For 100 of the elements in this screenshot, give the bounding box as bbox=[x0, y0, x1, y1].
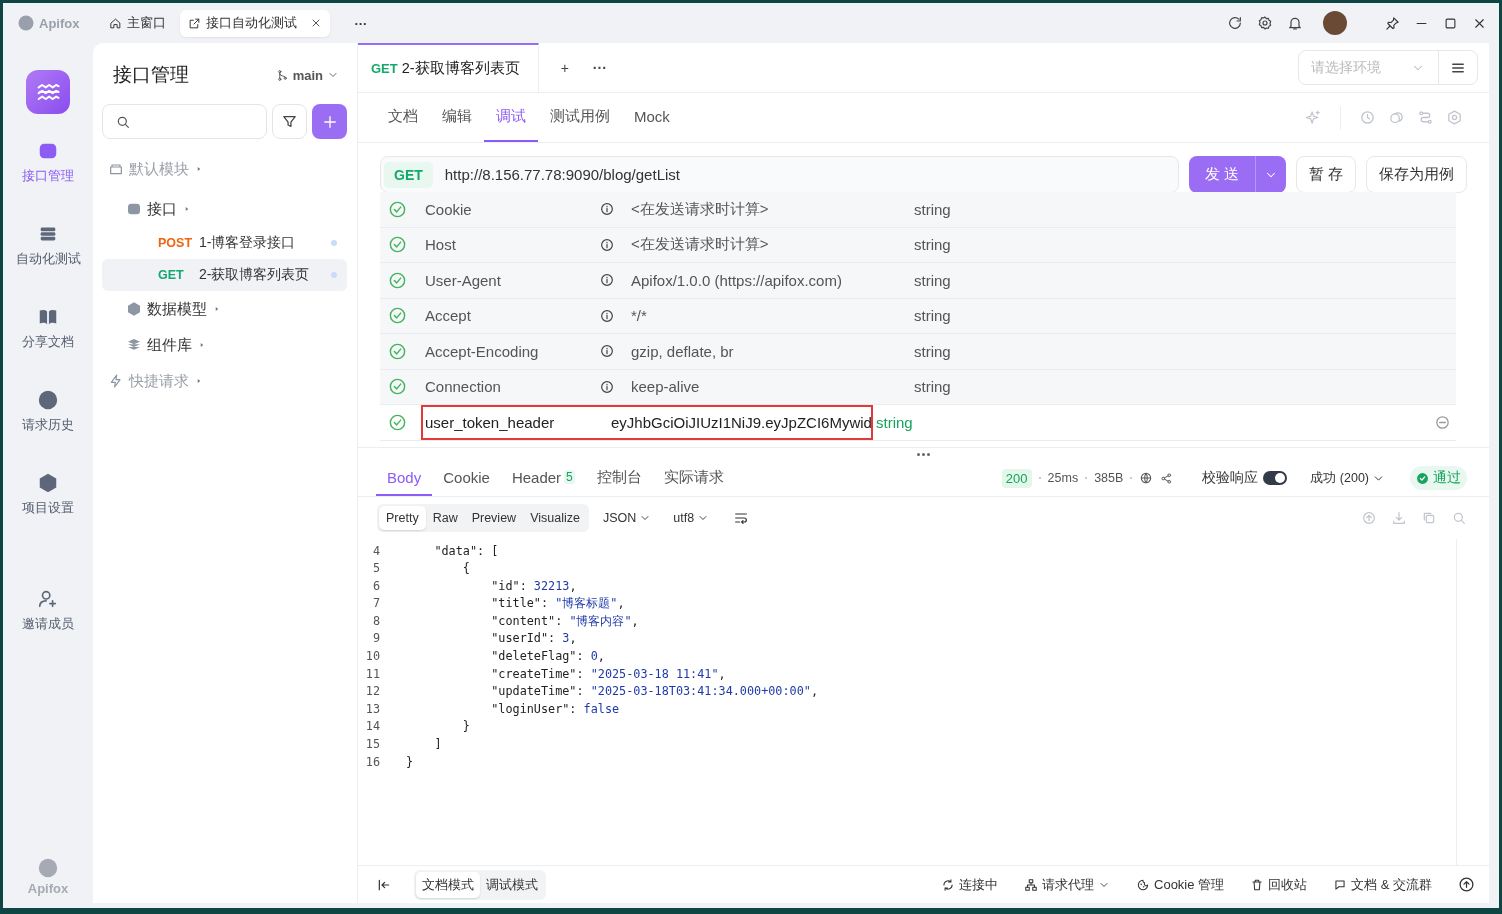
cube-icon bbox=[126, 301, 142, 317]
filter-icon bbox=[281, 113, 298, 130]
tab[interactable]: 测试用例 bbox=[538, 93, 622, 142]
code-line: "title": "博客标题", bbox=[490, 595, 625, 613]
status-item[interactable]: Cookie 管理 bbox=[1136, 875, 1225, 894]
pin-icon[interactable] bbox=[1385, 15, 1400, 31]
api-name: 1-博客登录接口 bbox=[199, 234, 297, 252]
bolt-icon bbox=[108, 373, 124, 389]
info-icon bbox=[599, 343, 615, 360]
header-type: string bbox=[913, 200, 952, 218]
window-tab[interactable]: 主窗口 bbox=[101, 9, 175, 37]
tab[interactable]: Header 5 bbox=[500, 460, 586, 496]
status-item[interactable]: 文档 & 交流群 bbox=[1333, 875, 1432, 894]
drag-handle[interactable] bbox=[917, 452, 930, 456]
branch-selector[interactable]: main bbox=[275, 67, 339, 83]
line-number: 8 bbox=[371, 612, 381, 630]
header-type: string bbox=[913, 378, 952, 396]
nav-item[interactable]: 自动化测试 bbox=[15, 223, 81, 306]
format-tab[interactable]: Visualize bbox=[523, 505, 587, 530]
encoding-dropdown[interactable]: utf8 bbox=[665, 510, 718, 525]
code-line: "createTime": "2025-03-18 11:41", bbox=[490, 665, 726, 683]
header-name: Accept-Encoding bbox=[424, 342, 540, 360]
arrow-up-icon[interactable] bbox=[1458, 876, 1475, 893]
mode-tab[interactable]: 调试模式 bbox=[480, 871, 544, 898]
request-tab[interactable]: GET 2-获取博客列表页 bbox=[358, 43, 539, 92]
window-tab[interactable]: 接口自动化测试 bbox=[180, 9, 331, 37]
checkbox[interactable] bbox=[388, 235, 407, 255]
header-name: user_token_header bbox=[424, 413, 556, 431]
settings-icon[interactable] bbox=[1257, 15, 1273, 31]
tab[interactable]: 编辑 bbox=[430, 93, 484, 142]
status-item[interactable]: 请求代理 bbox=[1024, 875, 1110, 894]
api-name: 2-获取博客列表页 bbox=[199, 266, 311, 284]
nav-item[interactable]: 请求历史 bbox=[22, 389, 74, 472]
tab[interactable]: Cookie bbox=[432, 460, 501, 496]
nav-item[interactable]: 项目设置 bbox=[22, 472, 74, 555]
info-icon bbox=[599, 378, 615, 395]
format-tab[interactable]: Raw bbox=[425, 505, 465, 530]
checkbox[interactable] bbox=[388, 341, 407, 361]
format-tab[interactable]: Pretty bbox=[379, 505, 426, 530]
tab[interactable]: Mock bbox=[622, 93, 682, 142]
checkbox[interactable] bbox=[388, 306, 407, 326]
nav-item[interactable]: 接口管理 bbox=[22, 140, 74, 223]
checkbox[interactable] bbox=[388, 199, 407, 219]
line-number: 12 bbox=[364, 683, 381, 701]
tab[interactable]: 文档 bbox=[376, 93, 430, 142]
url-field[interactable]: GET http://8.156.77.78:9090/blog/getList bbox=[380, 156, 1179, 193]
checkbox[interactable] bbox=[388, 270, 407, 290]
code-line: "data": [ bbox=[433, 542, 499, 560]
remove-icon[interactable] bbox=[1434, 413, 1451, 431]
refresh-icon[interactable] bbox=[1227, 15, 1243, 31]
line-number: 5 bbox=[371, 560, 381, 578]
filter-button[interactable] bbox=[272, 104, 307, 139]
tree-item[interactable]: 组件库 bbox=[102, 329, 347, 361]
network-icon bbox=[1024, 877, 1038, 892]
save-as-case-button[interactable]: 保存为用例 bbox=[1366, 156, 1467, 193]
info-icon bbox=[599, 236, 615, 253]
code-line: "id": 32213, bbox=[490, 577, 577, 595]
header-type: string bbox=[913, 236, 952, 254]
method-label: POST bbox=[158, 236, 194, 250]
mode-tab[interactable]: 文档模式 bbox=[416, 871, 480, 898]
trash-icon bbox=[1250, 877, 1265, 892]
response-size: 385B bbox=[1094, 471, 1124, 485]
logo-icon bbox=[17, 14, 35, 32]
header-value: eyJhbGciOiJIUzI1NiJ9.eyJpZCI6Mywid bbox=[610, 413, 871, 431]
count-badge: 5 bbox=[564, 470, 575, 484]
sparkle-icon bbox=[1305, 109, 1322, 126]
tab[interactable]: Body bbox=[376, 460, 433, 496]
header-name: Connection bbox=[424, 378, 502, 396]
api-item[interactable]: POST 1-博客登录接口 bbox=[102, 227, 347, 259]
checkbox[interactable] bbox=[388, 412, 407, 432]
line-number: 15 bbox=[364, 736, 381, 754]
tree-item[interactable]: 接口 bbox=[102, 193, 347, 225]
nav-item[interactable]: 分享文档 bbox=[22, 306, 74, 389]
save-button[interactable]: 暂 存 bbox=[1295, 156, 1356, 193]
expectation-dropdown[interactable]: 成功 (200) bbox=[1302, 469, 1393, 487]
tab[interactable]: 实际请求 bbox=[652, 460, 735, 496]
globe-icon bbox=[1139, 471, 1154, 485]
toggle-switch[interactable] bbox=[1263, 471, 1288, 485]
tab[interactable]: 控制台 bbox=[585, 460, 653, 496]
tab[interactable]: 调试 bbox=[484, 93, 538, 142]
download-icon bbox=[1391, 509, 1407, 526]
nav-item[interactable]: 邀请成员 bbox=[22, 588, 74, 671]
maximize-icon[interactable] bbox=[1443, 15, 1458, 31]
search-field[interactable] bbox=[102, 104, 267, 139]
api-item[interactable]: GET 2-获取博客列表页 bbox=[102, 259, 347, 291]
header-value: */* bbox=[631, 307, 648, 325]
more-menu[interactable]: ··· bbox=[582, 43, 617, 92]
language-dropdown[interactable]: JSON bbox=[594, 510, 660, 525]
checkbox[interactable] bbox=[388, 377, 407, 397]
more-menu[interactable]: ··· bbox=[354, 15, 368, 31]
avatar[interactable] bbox=[1323, 11, 1347, 35]
send-button[interactable]: 发 送 bbox=[1188, 156, 1286, 193]
tab-title: 2-获取博客列表页 bbox=[401, 59, 520, 78]
status-item[interactable]: 回收站 bbox=[1250, 875, 1308, 894]
bell-icon[interactable] bbox=[1287, 15, 1303, 31]
format-tab[interactable]: Preview bbox=[464, 505, 524, 530]
status-item[interactable]: 连接中 bbox=[941, 875, 998, 894]
new-tab-button[interactable]: + bbox=[538, 43, 583, 92]
add-button[interactable] bbox=[312, 104, 347, 139]
tree-item[interactable]: 数据模型 bbox=[102, 293, 347, 325]
